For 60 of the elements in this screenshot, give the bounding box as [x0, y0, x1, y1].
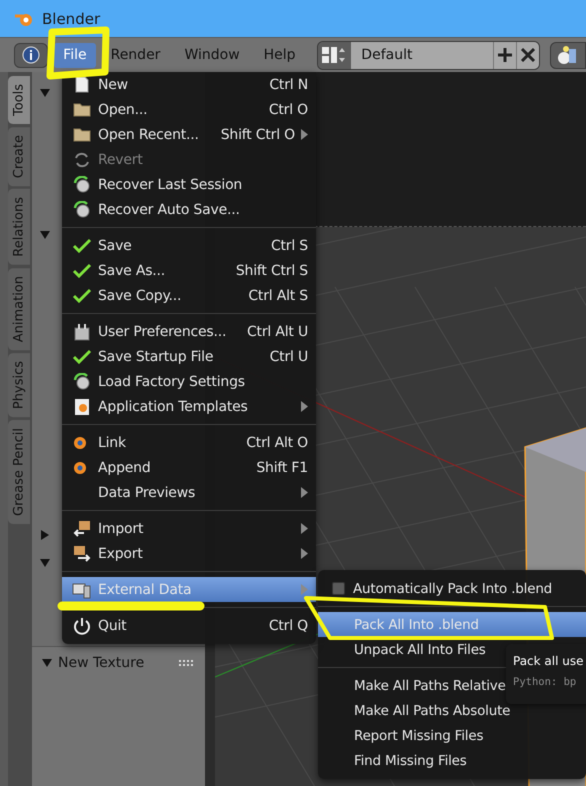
menu-item[interactable]: Application Templates: [62, 394, 316, 419]
triangle-icon: [40, 530, 50, 540]
refresh-icon: [73, 152, 91, 168]
menu-item[interactable]: Import: [62, 516, 316, 541]
folder-icon: [73, 102, 91, 117]
panel-title: New Texture: [58, 655, 146, 671]
check-icon: [72, 262, 92, 278]
menu-item[interactable]: Save As... Shift Ctrl S: [62, 258, 316, 283]
export-icon: [72, 544, 92, 562]
triangle-icon: [42, 658, 52, 668]
triangle-icon: [40, 230, 50, 240]
menu-item[interactable]: Append Shift F1: [62, 455, 316, 480]
triangle-icon: [40, 88, 50, 98]
checkbox[interactable]: [332, 582, 345, 595]
menu-title[interactable]: Window: [175, 42, 249, 68]
grip-icon: [179, 659, 195, 667]
menu-title[interactable]: Help: [254, 42, 305, 68]
menu-item[interactable]: Make All Paths Absolute: [318, 698, 516, 723]
menu-item[interactable]: Open... Ctrl O: [62, 97, 316, 122]
menu-item[interactable]: Unpack All Into Files: [318, 637, 492, 662]
checkbox-item[interactable]: Automatically Pack Into .blend: [318, 576, 558, 601]
menu-item[interactable]: Open Recent... Shift Ctrl O: [62, 122, 316, 147]
preferences-icon: [74, 322, 90, 340]
menu-item[interactable]: Quit Ctrl Q: [62, 613, 316, 638]
menu-item[interactable]: Find Missing Files: [318, 748, 473, 773]
triangle-icon: [40, 558, 50, 568]
recover-icon: [73, 176, 91, 194]
menu-item[interactable]: Recover Auto Save...: [62, 197, 316, 222]
tooltip-python-text: Python: bp: [513, 676, 578, 688]
check-icon: [72, 348, 92, 364]
menu-item[interactable]: Save Startup File Ctrl U: [62, 344, 316, 369]
power-icon: [73, 616, 91, 634]
menu-item[interactable]: Report Missing Files: [318, 723, 490, 748]
menu-item[interactable]: Link Ctrl Alt O: [62, 430, 316, 455]
info-icon: [22, 46, 40, 64]
menu-item[interactable]: Data Previews: [62, 480, 316, 505]
menu-item[interactable]: Save Ctrl S: [62, 233, 316, 258]
menu-item[interactable]: User Preferences... Ctrl Alt U: [62, 319, 316, 344]
recover-icon: [73, 200, 91, 218]
recover-icon: [73, 372, 91, 390]
menu-item[interactable]: New Ctrl N: [62, 72, 316, 97]
menu-item[interactable]: Save Copy... Ctrl Alt S: [62, 283, 316, 308]
template-icon: [74, 398, 90, 416]
window-title: Blender: [42, 10, 100, 28]
menu-title[interactable]: Render: [102, 42, 170, 68]
scene-button[interactable]: [550, 42, 586, 68]
tool-tab[interactable]: Tools: [8, 76, 30, 124]
computer-icon: [72, 580, 92, 598]
menu-item[interactable]: Load Factory Settings: [62, 369, 316, 394]
tooltip-text: Pack all use: [513, 654, 584, 668]
menu-item[interactable]: Export: [62, 541, 316, 566]
document-icon: [75, 76, 89, 93]
import-icon: [72, 520, 92, 538]
check-icon: [72, 288, 92, 304]
info-button[interactable]: [14, 42, 48, 68]
menu-item[interactable]: Recover Last Session: [62, 172, 316, 197]
folder-icon: [73, 127, 91, 142]
marker-loop: [46, 26, 110, 80]
menu-title[interactable]: File: [54, 42, 96, 68]
check-icon: [72, 238, 92, 254]
